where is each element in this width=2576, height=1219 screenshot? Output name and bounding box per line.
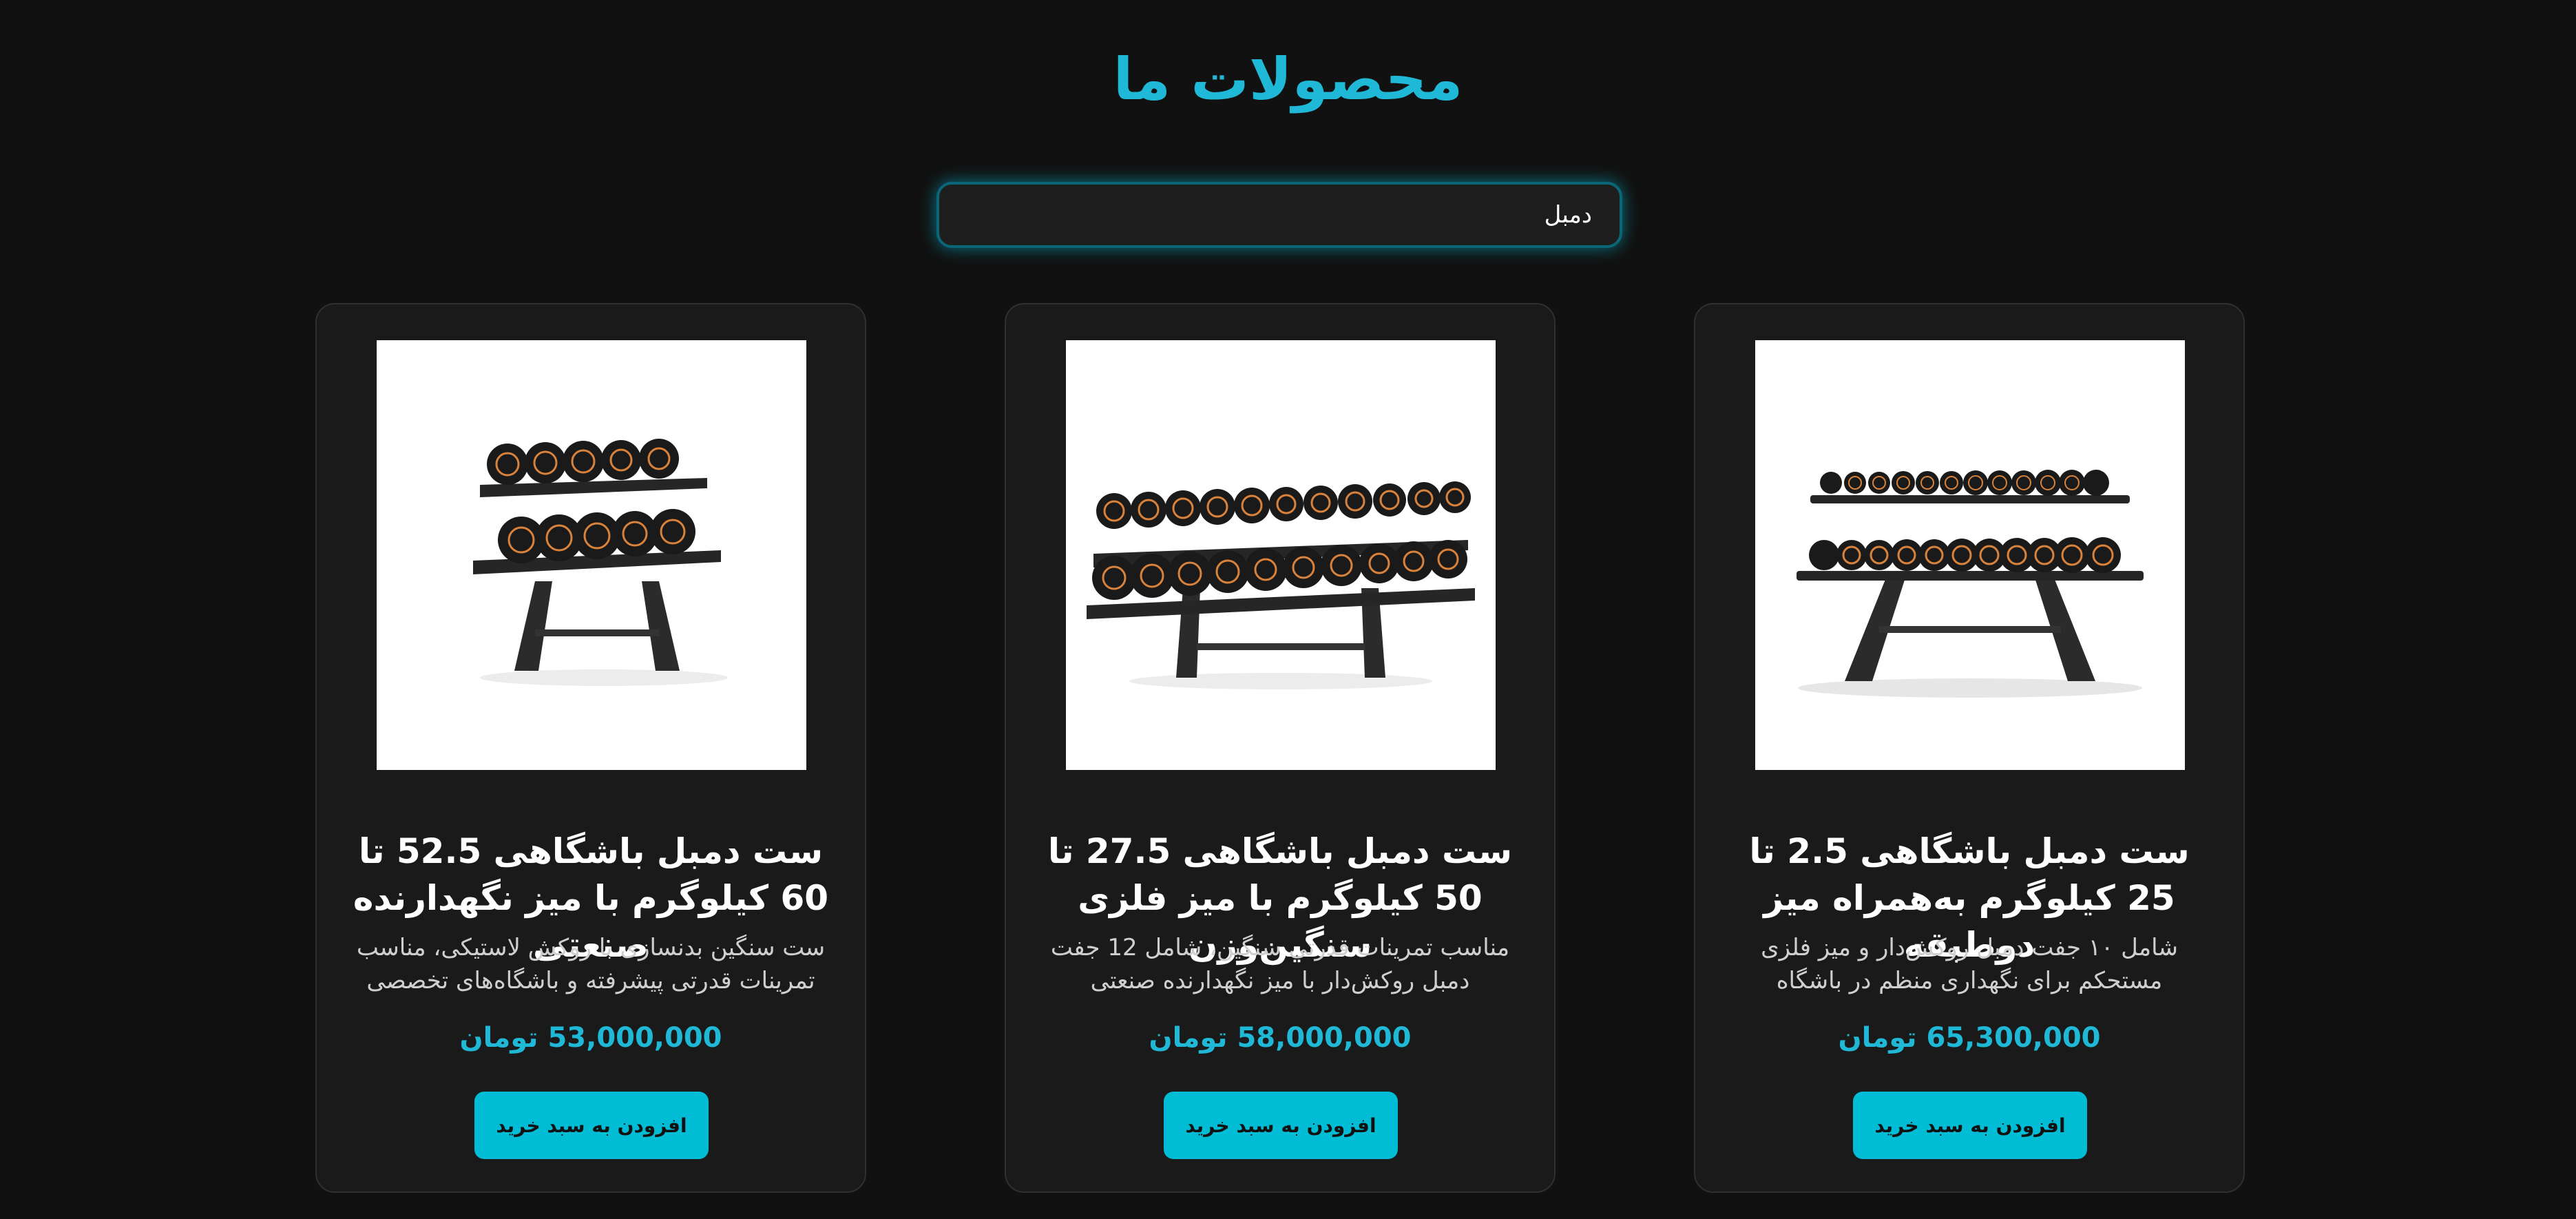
product-card: ست دمبل باشگاهی 52.5 تا 60 کیلوگرم با می… bbox=[315, 303, 866, 1193]
dumbbell-rack-icon bbox=[1087, 481, 1475, 689]
product-image[interactable] bbox=[1066, 340, 1496, 770]
product-price: 58,000,000 تومان bbox=[1149, 1022, 1412, 1054]
product-description: شامل ۱۰ جفت دمبل روکش‌دار و میز فلزی مست… bbox=[1761, 934, 2178, 994]
dumbbell-rack-icon bbox=[473, 439, 728, 686]
product-description: مناسب تمرینات قدرتی سنگین، شامل 12 جفت د… bbox=[1050, 934, 1510, 994]
product-card: ست دمبل باشگاهی 27.5 تا 50 کیلوگرم با می… bbox=[1005, 303, 1556, 1193]
product-price: 53,000,000 تومان bbox=[459, 1022, 722, 1054]
add-to-cart-button[interactable]: افزودن به سبد خرید bbox=[1853, 1092, 2087, 1159]
add-to-cart-button[interactable]: افزودن به سبد خرید bbox=[474, 1092, 709, 1159]
product-description: ست سنگین بدنسازی با روکش لاستیکی، مناسب … bbox=[356, 934, 826, 994]
dumbbell-rack-icon bbox=[1797, 470, 2144, 698]
product-image[interactable] bbox=[1755, 340, 2185, 770]
search-input[interactable] bbox=[936, 182, 1622, 248]
product-image[interactable] bbox=[377, 340, 806, 770]
product-card: ست دمبل باشگاهی 2.5 تا 25 کیلوگرم به‌همر… bbox=[1694, 303, 2245, 1193]
add-to-cart-button[interactable]: افزودن به سبد خرید bbox=[1164, 1092, 1398, 1159]
product-price: 65,300,000 تومان bbox=[1838, 1022, 2101, 1054]
product-grid: ست دمبل باشگاهی 2.5 تا 25 کیلوگرم به‌همر… bbox=[315, 303, 2245, 1193]
page-title: محصولات ما bbox=[1113, 45, 1463, 113]
